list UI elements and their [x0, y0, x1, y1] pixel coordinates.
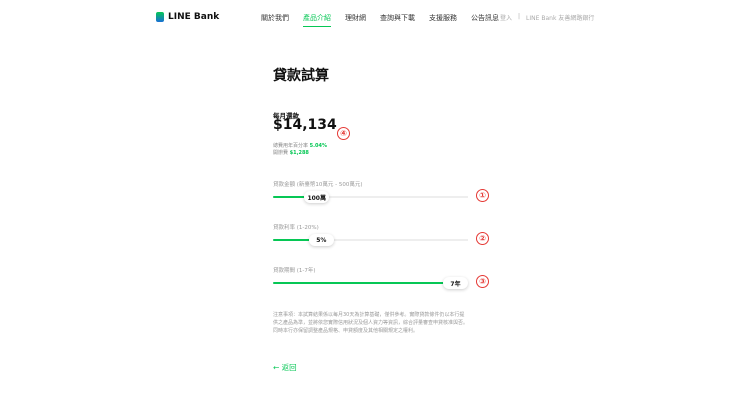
nav-query-download[interactable]: 查詢與下載: [380, 13, 415, 27]
nav-about[interactable]: 關於我們: [261, 13, 289, 27]
annotation-2: ②: [476, 232, 489, 245]
slider-fill: [273, 239, 313, 241]
nav-support[interactable]: 支援服務: [429, 13, 457, 27]
fee-line: 開辦費 $1,288: [273, 150, 309, 156]
annotation-4: ④: [337, 127, 350, 140]
slider-thumb[interactable]: 100萬: [304, 191, 330, 203]
annotation-1: ①: [476, 189, 489, 202]
disclaimer-note: 注意事項：本試算結果係以每月30天為計算基礎，僅供參考。實際貸款條件仍以本行提供…: [273, 312, 469, 334]
slider-track[interactable]: 100萬: [273, 191, 468, 203]
friendly-bank-link[interactable]: LINE Bank 友善網路銀行: [526, 13, 594, 22]
slider-track[interactable]: 7年: [273, 277, 468, 289]
logo[interactable]: LINE Bank: [156, 12, 219, 22]
nav-products[interactable]: 產品介紹: [303, 13, 331, 27]
annotation-3: ③: [476, 275, 489, 288]
nav-wealth[interactable]: 理財網: [345, 13, 366, 27]
slider-label: 貸款期間 (1-7年): [273, 268, 316, 274]
nav-announcements[interactable]: 公告訊息: [471, 13, 499, 27]
slider-fill: [273, 282, 447, 284]
back-link[interactable]: ← 返回: [273, 362, 469, 373]
slider-thumb[interactable]: 5%: [308, 234, 334, 246]
header: LINE Bank 關於我們 產品介紹 理財網 查詢與下載 支援服務 公告訊息 …: [0, 0, 740, 36]
slider-thumb[interactable]: 7年: [443, 277, 468, 289]
slider-label: 貸款金額 (新臺幣10萬元 - 500萬元): [273, 182, 363, 188]
slider-fill: [273, 196, 309, 198]
line-bank-logo-icon: [156, 12, 164, 22]
login-link[interactable]: 登入: [500, 13, 512, 22]
slider-label: 貸款利率 (1-20%): [273, 225, 319, 231]
page-title: 貸款試算: [273, 68, 329, 84]
apr-line: 總費用年百分率 5.04%: [273, 143, 327, 149]
slider-track[interactable]: 5%: [273, 234, 468, 246]
main-nav: 關於我們 產品介紹 理財網 查詢與下載 支援服務 公告訊息: [261, 13, 499, 27]
monthly-amount: $14,134: [273, 117, 337, 133]
separator: |: [518, 13, 521, 20]
